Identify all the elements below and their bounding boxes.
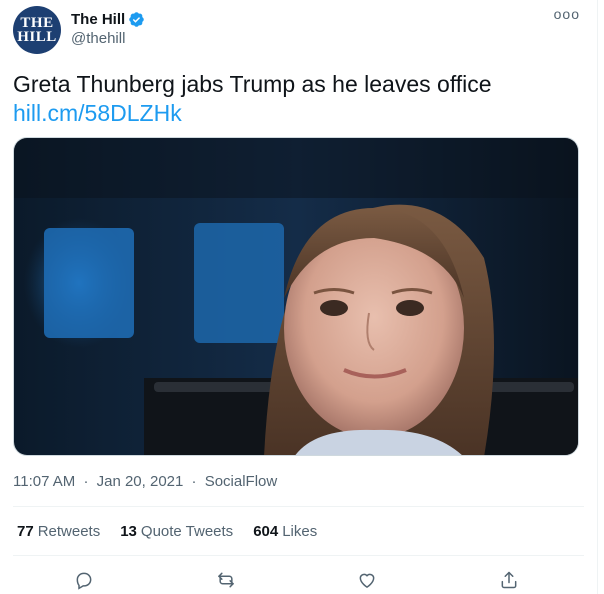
retweets-label: Retweets [37,523,101,540]
divider [13,555,584,556]
reply-icon[interactable] [72,568,96,592]
verified-badge-icon [128,11,145,28]
retweets-stat[interactable]: 77 Retweets [17,523,100,540]
tweet-date[interactable]: Jan 20, 2021 [97,473,184,490]
tweet-header: THE HILL The Hill @thehill [13,6,145,54]
tweet-link[interactable]: hill.cm/58DLZHk [13,98,182,128]
author-names: The Hill @thehill [71,11,145,47]
tweet-actions [0,565,590,594]
avatar[interactable]: THE HILL [13,6,61,54]
meta-separator: · [191,473,197,490]
more-options-icon[interactable]: ooo [554,6,580,22]
retweets-count: 77 [17,523,34,540]
tweet-image[interactable] [13,137,579,456]
tweet-source[interactable]: SocialFlow [205,473,278,490]
quote-tweets-count: 13 [120,523,137,540]
quote-tweets-stat[interactable]: 13 Quote Tweets [120,523,233,540]
likes-stat[interactable]: 604 Likes [253,523,317,540]
divider [13,506,584,507]
retweet-icon[interactable] [214,568,238,592]
likes-count: 604 [253,523,279,540]
share-icon[interactable] [497,568,521,592]
display-name[interactable]: The Hill [71,11,125,28]
avatar-text-line1: THE [20,15,54,31]
meta-separator: · [83,473,89,490]
tweet-stats: 77 Retweets 13 Quote Tweets 604 Likes [17,523,337,540]
display-name-row: The Hill [71,11,145,28]
tweet-time[interactable]: 11:07 AM [13,473,75,490]
like-icon[interactable] [355,568,379,592]
tweet-meta: 11:07 AM · Jan 20, 2021 · SocialFlow [13,473,277,490]
handle[interactable]: @thehill [71,30,145,47]
tweet-text: Greta Thunberg jabs Trump as he leaves o… [13,71,492,97]
quote-tweets-label: Quote Tweets [140,523,234,540]
tweet-card: THE HILL The Hill @thehill ooo Greta Thu… [0,0,604,594]
photo-illustration [14,138,578,455]
likes-label: Likes [282,523,318,540]
avatar-text-line2: HILL [17,29,57,45]
column-border [597,0,598,594]
